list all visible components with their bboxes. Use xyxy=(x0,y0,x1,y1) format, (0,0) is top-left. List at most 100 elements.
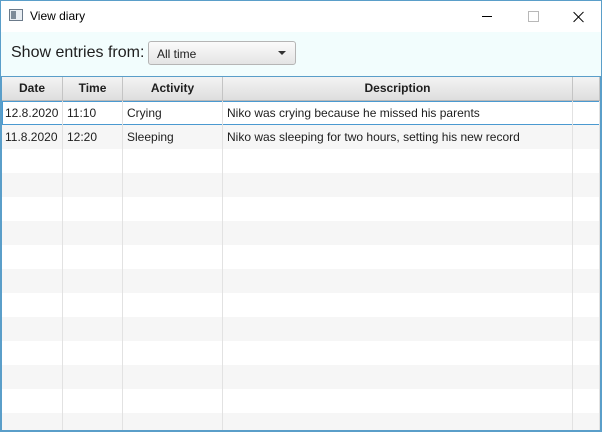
window-title: View diary xyxy=(30,9,86,23)
app-window-icon xyxy=(9,9,23,21)
cell-filler xyxy=(573,245,600,269)
empty-table-row xyxy=(2,173,600,197)
cell-date: 11.8.2020 xyxy=(2,125,63,149)
cell-time xyxy=(63,389,123,413)
column-header-description[interactable]: Description xyxy=(223,77,573,100)
close-icon xyxy=(573,11,585,23)
cell-time xyxy=(63,245,123,269)
cell-time xyxy=(63,197,123,221)
cell-date xyxy=(2,269,63,293)
cell-date xyxy=(2,341,63,365)
cell-date xyxy=(2,173,63,197)
cell-filler xyxy=(573,197,600,221)
cell-description: Niko was crying because he missed his pa… xyxy=(223,101,573,125)
cell-activity xyxy=(123,149,223,173)
empty-table-row xyxy=(2,413,600,430)
cell-description xyxy=(223,317,573,341)
cell-time xyxy=(63,149,123,173)
minimize-button[interactable] xyxy=(464,1,510,32)
cell-description xyxy=(223,173,573,197)
empty-table-row xyxy=(2,245,600,269)
time-range-selected: All time xyxy=(157,47,197,61)
cell-date xyxy=(2,317,63,341)
cell-time: 11:10 xyxy=(63,101,123,125)
cell-date xyxy=(2,245,63,269)
cell-date xyxy=(2,149,63,173)
cell-time xyxy=(63,269,123,293)
cell-date xyxy=(2,413,63,430)
cell-description xyxy=(223,365,573,389)
cell-activity xyxy=(123,317,223,341)
cell-filler xyxy=(573,149,600,173)
cell-time xyxy=(63,413,123,430)
diary-table: Date Time Activity Description 12.8.2020… xyxy=(1,76,601,431)
cell-time xyxy=(63,221,123,245)
cell-activity xyxy=(123,173,223,197)
cell-filler xyxy=(573,317,600,341)
column-header-activity[interactable]: Activity xyxy=(123,77,223,100)
cell-date xyxy=(2,389,63,413)
cell-description xyxy=(223,341,573,365)
time-range-dropdown[interactable]: All time xyxy=(148,41,296,65)
cell-filler xyxy=(573,125,600,149)
cell-filler xyxy=(573,101,600,125)
cell-description xyxy=(223,293,573,317)
cell-date xyxy=(2,365,63,389)
cell-time xyxy=(63,365,123,389)
cell-activity xyxy=(123,245,223,269)
chevron-down-icon xyxy=(278,51,286,55)
empty-table-row xyxy=(2,389,600,413)
cell-description xyxy=(223,221,573,245)
cell-activity xyxy=(123,221,223,245)
cell-activity xyxy=(123,197,223,221)
cell-description xyxy=(223,269,573,293)
cell-filler xyxy=(573,365,600,389)
close-button[interactable] xyxy=(556,1,601,32)
cell-activity xyxy=(123,413,223,430)
cell-activity: Crying xyxy=(123,101,223,125)
table-body: 12.8.2020 11:10 Crying Niko was crying beca… xyxy=(2,101,600,430)
cell-time xyxy=(63,341,123,365)
filter-bar: Show entries from: All time xyxy=(1,32,601,76)
cell-activity xyxy=(123,365,223,389)
cell-time xyxy=(63,317,123,341)
cell-date xyxy=(2,293,63,317)
column-header-date[interactable]: Date xyxy=(2,77,63,100)
empty-table-row xyxy=(2,149,600,173)
empty-table-row xyxy=(2,269,600,293)
cell-description xyxy=(223,149,573,173)
table-header: Date Time Activity Description xyxy=(2,77,600,101)
table-row[interactable]: 12.8.2020 11:10 Crying Niko was crying beca… xyxy=(2,101,600,125)
cell-time xyxy=(63,173,123,197)
cell-filler xyxy=(573,293,600,317)
cell-time: 12:20 xyxy=(63,125,123,149)
cell-description xyxy=(223,413,573,430)
cell-activity xyxy=(123,341,223,365)
cell-description xyxy=(223,245,573,269)
cell-date xyxy=(2,221,63,245)
cell-filler xyxy=(573,389,600,413)
cell-filler xyxy=(573,341,600,365)
maximize-icon xyxy=(527,11,539,22)
empty-table-row xyxy=(2,341,600,365)
cell-date xyxy=(2,197,63,221)
column-header-filler xyxy=(573,77,600,100)
column-header-time[interactable]: Time xyxy=(63,77,123,100)
empty-table-row xyxy=(2,317,600,341)
cell-activity xyxy=(123,269,223,293)
cell-time xyxy=(63,293,123,317)
table-row[interactable]: 11.8.2020 12:20 Sleeping Niko was sleeping … xyxy=(2,125,600,149)
maximize-button[interactable] xyxy=(510,1,556,32)
cell-activity xyxy=(123,389,223,413)
cell-activity: Sleeping xyxy=(123,125,223,149)
view-diary-window: View diary Show entries from: All time D… xyxy=(0,0,602,432)
cell-filler xyxy=(573,269,600,293)
cell-filler xyxy=(573,413,600,430)
empty-table-row xyxy=(2,293,600,317)
cell-filler xyxy=(573,221,600,245)
empty-table-row xyxy=(2,221,600,245)
minimize-icon xyxy=(482,16,492,17)
title-bar[interactable]: View diary xyxy=(1,1,601,32)
empty-table-row xyxy=(2,365,600,389)
empty-table-row xyxy=(2,197,600,221)
